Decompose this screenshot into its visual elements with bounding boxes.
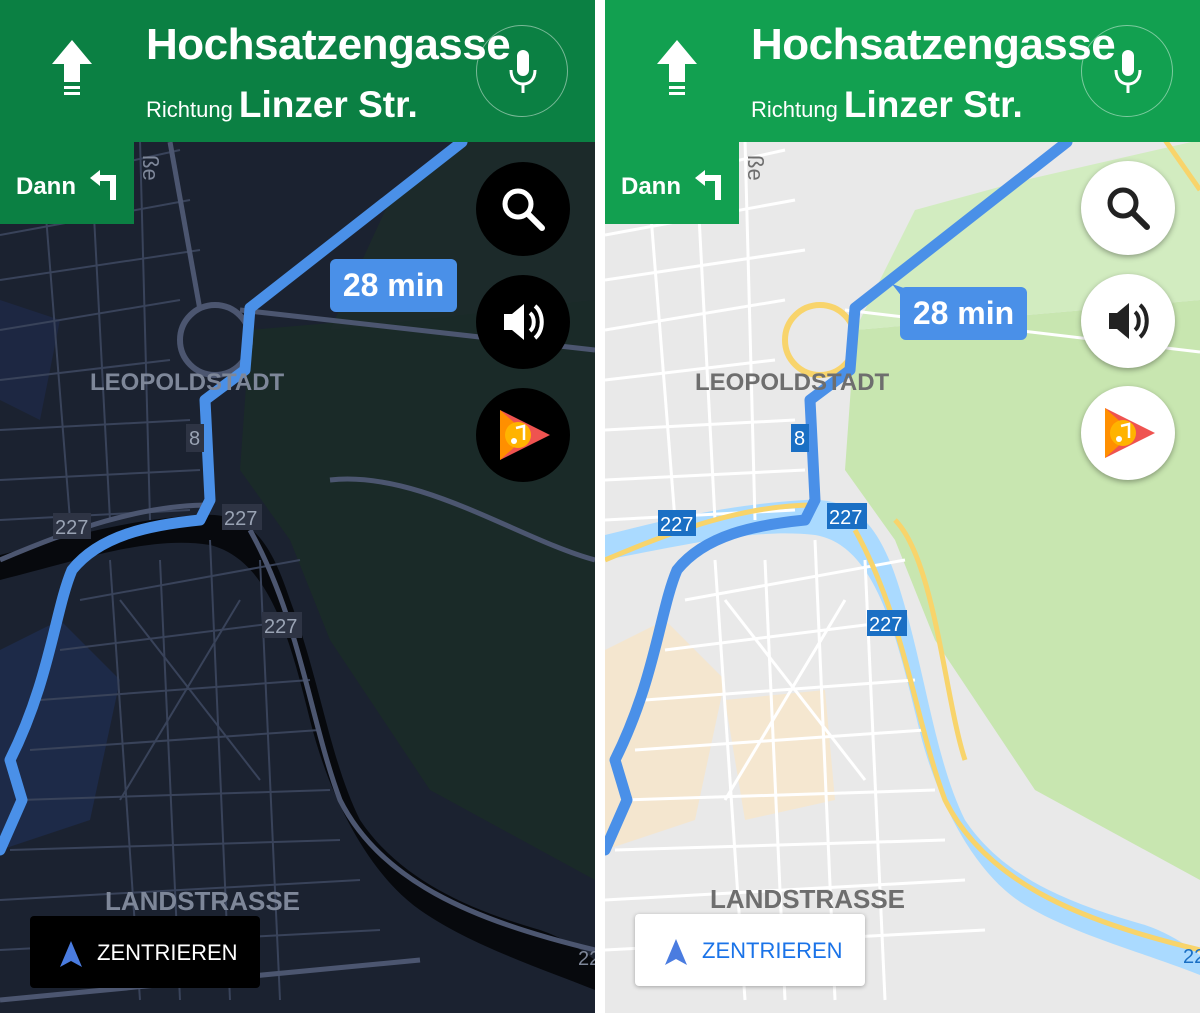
then-turn-box: Dann	[0, 142, 134, 224]
svg-text:227: 227	[829, 507, 862, 529]
eta-text: 28 min	[342, 267, 445, 303]
microphone-icon	[509, 50, 537, 93]
district-label-landstrasse: LANDSTRASSE	[105, 886, 300, 916]
svg-text:227: 227	[660, 514, 693, 536]
district-label-leopoldstadt: LEOPOLDSTADT	[695, 369, 890, 396]
dark-mode-panel: LEOPOLDSTADT LANDSTRASSE ße 227 227 227 …	[0, 0, 595, 1013]
navigation-arrow-icon	[60, 941, 82, 967]
sound-button[interactable]	[476, 275, 570, 369]
arrow-up-icon	[52, 40, 92, 95]
arrow-up-icon	[657, 40, 697, 95]
recenter-button[interactable]: ZENTRIEREN	[635, 914, 865, 986]
then-turn-box: Dann	[605, 142, 739, 224]
direction-target: Linzer Str.	[843, 84, 1023, 125]
recenter-label: ZENTRIEREN	[97, 940, 238, 965]
road-shield: 227	[262, 612, 302, 638]
speaker-icon	[1109, 303, 1149, 339]
then-label: Dann	[621, 173, 681, 200]
district-label-landstrasse: LANDSTRASSE	[710, 884, 905, 914]
partial-street-label: ße	[743, 155, 768, 181]
street-name: Hochsatzengasse	[146, 20, 511, 69]
microphone-icon	[1114, 50, 1142, 93]
direction-line: Richtung Linzer Str.	[146, 84, 418, 126]
search-icon	[1107, 187, 1150, 230]
road-shield: 227	[53, 513, 91, 539]
turn-left-icon	[695, 170, 721, 200]
speaker-icon	[504, 304, 544, 340]
svg-text:227: 227	[869, 614, 902, 636]
partial-street-label: ße	[138, 155, 163, 181]
navigation-header: Hochsatzengasse Richtung Linzer Str.	[605, 0, 1200, 142]
svg-text:8: 8	[189, 428, 200, 450]
sound-button[interactable]	[1081, 274, 1175, 368]
svg-text:227: 227	[55, 517, 88, 539]
edge-shield-text: 22	[1183, 946, 1200, 968]
play-music-button[interactable]	[476, 388, 570, 482]
road-shield: 227	[867, 610, 907, 636]
navigation-arrow-icon	[665, 939, 687, 965]
road-shield: 227	[222, 504, 262, 530]
eta-bubble: 28 min	[900, 287, 1027, 340]
panel-divider	[595, 0, 605, 1013]
play-music-icon	[1105, 408, 1155, 458]
then-label: Dann	[16, 173, 76, 200]
direction-line: Richtung Linzer Str.	[751, 84, 1023, 126]
edge-shield-text: 22	[578, 948, 595, 970]
recenter-label: ZENTRIEREN	[702, 938, 843, 963]
direction-target: Linzer Str.	[238, 84, 418, 125]
turn-left-icon	[90, 170, 116, 200]
search-button[interactable]	[476, 162, 570, 256]
direction-word: Richtung	[146, 97, 233, 122]
road-shield: 227	[827, 503, 867, 529]
svg-text:8: 8	[794, 428, 805, 450]
road-shield: 8	[791, 424, 809, 452]
svg-text:227: 227	[264, 616, 297, 638]
eta-bubble: 28 min	[330, 259, 457, 312]
svg-text:227: 227	[224, 508, 257, 530]
light-mode-panel: LEOPOLDSTADT LANDSTRASSE ße 227 227 227 …	[605, 0, 1200, 1013]
road-shield: 8	[186, 424, 204, 452]
recenter-button[interactable]: ZENTRIEREN	[30, 916, 260, 988]
district-label-leopoldstadt: LEOPOLDSTADT	[90, 369, 285, 396]
eta-text: 28 min	[912, 295, 1015, 331]
microphone-button[interactable]	[476, 25, 568, 117]
microphone-button[interactable]	[1081, 25, 1173, 117]
search-icon	[502, 188, 545, 231]
search-button[interactable]	[1081, 161, 1175, 255]
play-music-icon	[500, 410, 550, 460]
navigation-header: Hochsatzengasse Richtung Linzer Str.	[0, 0, 595, 142]
play-music-button[interactable]	[1081, 386, 1175, 480]
road-shield: 227	[658, 510, 696, 536]
street-name: Hochsatzengasse	[751, 20, 1116, 69]
direction-word: Richtung	[751, 97, 838, 122]
